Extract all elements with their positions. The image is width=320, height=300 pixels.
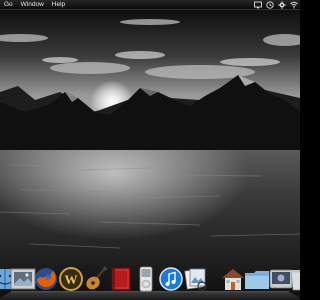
timer-icon[interactable] <box>266 0 274 9</box>
home-folder-icon[interactable] <box>220 266 246 292</box>
wallpaper <box>0 0 300 300</box>
dock-shelf <box>0 291 300 300</box>
status-area <box>254 0 298 9</box>
applications-folder-icon[interactable] <box>244 266 270 292</box>
gear-icon[interactable] <box>278 0 286 9</box>
wifi-icon[interactable] <box>290 1 298 9</box>
svg-text:W: W <box>65 272 78 287</box>
menu-help[interactable]: Help <box>52 0 65 9</box>
desktop[interactable]: Go Window Help W <box>0 0 300 300</box>
red-book-icon[interactable] <box>108 266 134 292</box>
menu-window[interactable]: Window <box>21 0 44 9</box>
menu-bar: Go Window Help <box>0 0 300 10</box>
dock: W <box>0 262 300 300</box>
itunes-icon[interactable] <box>158 266 184 292</box>
screen-sharing-icon[interactable] <box>254 1 262 9</box>
preview-icon[interactable] <box>183 266 209 292</box>
firefox-icon[interactable] <box>33 266 59 292</box>
world-of-warcraft-icon[interactable]: W <box>58 266 84 292</box>
trash-icon[interactable] <box>288 266 300 292</box>
ipod-icon[interactable] <box>133 266 159 292</box>
guitar-icon[interactable] <box>83 266 109 292</box>
menu-go[interactable]: Go <box>4 0 13 9</box>
